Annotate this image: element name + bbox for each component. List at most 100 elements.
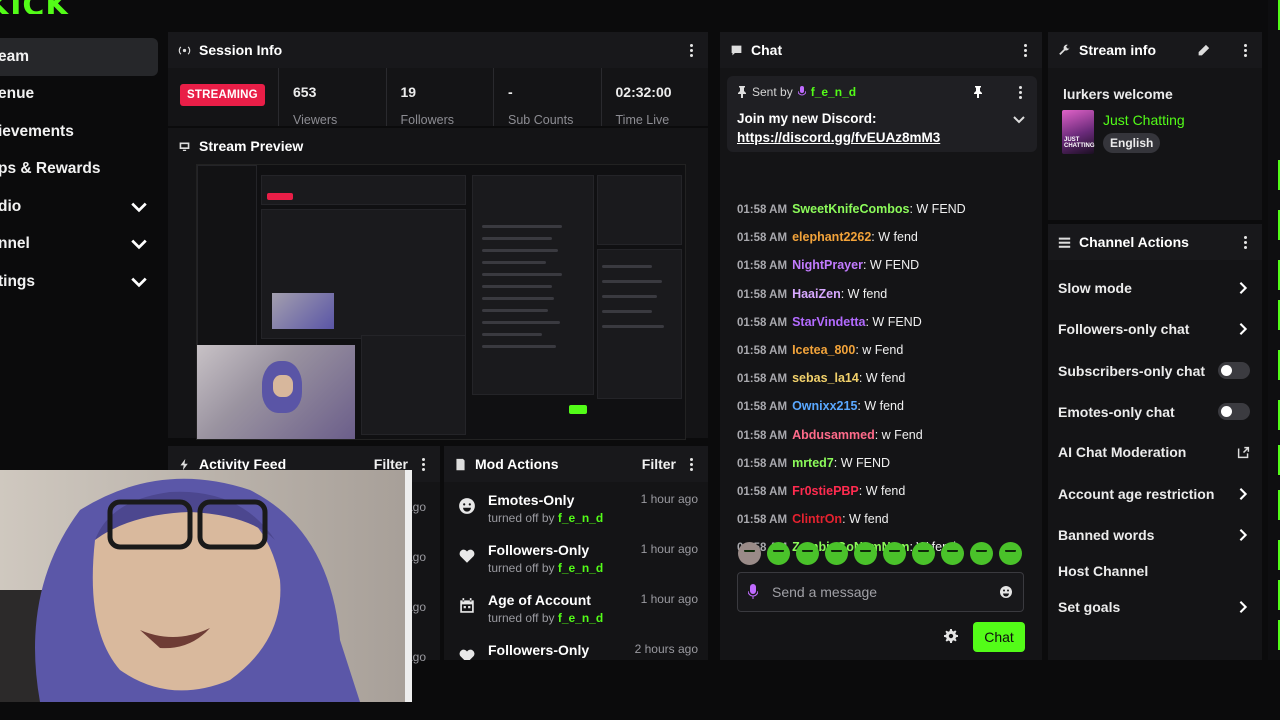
emote-icon[interactable] xyxy=(854,542,877,565)
external-link-icon[interactable] xyxy=(1237,446,1250,459)
chat-username[interactable]: Abdusammed xyxy=(792,428,875,442)
chat-message[interactable]: 01:58 AM Ownixx215: W fend xyxy=(737,399,904,413)
emote-icon[interactable] xyxy=(912,542,935,565)
chat-message[interactable]: 01:58 AM mrted7: W FEND xyxy=(737,456,890,470)
kick-logo[interactable]: KICK xyxy=(0,0,70,14)
sidebar-item[interactable]: dio xyxy=(0,188,158,226)
channel-actions-menu-icon[interactable] xyxy=(1238,234,1252,250)
lightning-icon xyxy=(180,458,188,470)
chevron-right-icon[interactable] xyxy=(1236,600,1250,614)
chat-message[interactable]: 01:58 AM Abdusammed: w Fend xyxy=(737,428,923,442)
chat-message-time: 01:58 AM xyxy=(737,457,788,470)
activity-menu-icon[interactable] xyxy=(416,456,430,472)
pencil-icon[interactable] xyxy=(1197,44,1210,57)
chevron-right-icon[interactable] xyxy=(1236,487,1250,501)
emote-icon[interactable] xyxy=(883,542,906,565)
chat-username[interactable]: StarVindetta xyxy=(792,315,865,329)
emote-icon[interactable] xyxy=(941,542,964,565)
channel-action-row[interactable]: Account age restriction xyxy=(1058,486,1250,502)
sidebar-item[interactable]: tings xyxy=(0,263,158,301)
chat-message[interactable]: 01:58 AM NightPrayer: W FEND xyxy=(737,258,919,272)
sidebar-item[interactable]: nnel xyxy=(0,226,158,264)
chat-input[interactable]: Send a message xyxy=(737,572,1024,612)
toggle-switch[interactable] xyxy=(1218,403,1250,420)
chat-message[interactable]: 01:58 AM StarVindetta: W FEND xyxy=(737,315,922,329)
chat-username[interactable]: NightPrayer xyxy=(792,258,863,272)
channel-action-row[interactable]: Set goals xyxy=(1058,599,1250,615)
chat-username[interactable]: Fr0stiePBP xyxy=(792,484,859,498)
gear-icon[interactable] xyxy=(944,629,958,643)
pinned-link[interactable]: https://discord.gg/fvEUAz8mM3 xyxy=(737,128,1027,147)
chat-username[interactable]: SweetKnifeCombos xyxy=(792,202,909,216)
chat-username[interactable]: HaaiZen xyxy=(792,287,841,301)
chat-username[interactable]: Ownixx215 xyxy=(792,399,857,413)
mod-action-row[interactable]: Followers-Only turned off by f_e_n_d 1 hou… xyxy=(444,532,708,582)
emote-icon[interactable] xyxy=(825,542,848,565)
unpin-icon[interactable] xyxy=(973,86,983,98)
emote-icon[interactable] xyxy=(796,542,819,565)
chat-message[interactable]: 01:58 AM elephant2262: W fend xyxy=(737,230,918,244)
sidebar-item[interactable]: ps & Rewards xyxy=(0,151,158,189)
user-avatar-emote[interactable] xyxy=(738,542,761,565)
stream-preview-video[interactable] xyxy=(196,164,686,440)
chevron-down-icon[interactable] xyxy=(130,273,148,291)
category-name[interactable]: Just Chatting xyxy=(1103,112,1185,128)
chat-username[interactable]: ClintrOn xyxy=(792,512,842,526)
pinned-sender-line: Sent by f_e_n_d xyxy=(737,84,1027,100)
emote-icon[interactable] xyxy=(970,542,993,565)
chat-message[interactable]: 01:58 AM Icetea_800: w Fend xyxy=(737,343,903,357)
mod-action-row[interactable]: Age of Account turned off by f_e_n_d 1 hou… xyxy=(444,582,708,632)
sidebar-item[interactable]: ievements xyxy=(0,113,158,151)
pinned-user[interactable]: f_e_n_d xyxy=(811,85,856,99)
pinned-menu-icon[interactable] xyxy=(1013,84,1027,100)
chat-menu-icon[interactable] xyxy=(1018,42,1032,58)
chevron-right-icon[interactable] xyxy=(1236,528,1250,542)
emote-icon[interactable] xyxy=(767,542,790,565)
mic-icon xyxy=(748,584,758,599)
chevron-down-icon[interactable] xyxy=(130,235,148,253)
pinned-message[interactable]: Sent by f_e_n_d Join my new Discord: htt… xyxy=(727,76,1037,152)
chat-username[interactable]: elephant2262 xyxy=(792,230,871,244)
stream-title: lurkers welcome xyxy=(1063,86,1173,102)
chat-message[interactable]: 01:58 AM SweetKnifeCombos: W FEND xyxy=(737,202,966,216)
chat-username[interactable]: sebas_la14 xyxy=(792,371,859,385)
channel-action-row[interactable]: Slow mode xyxy=(1058,280,1250,296)
category-thumbnail[interactable]: JUST CHATTING xyxy=(1062,110,1095,154)
emote-icon[interactable] xyxy=(999,542,1022,565)
mod-action-user[interactable]: f_e_n_d xyxy=(558,561,603,575)
toggle-switch[interactable] xyxy=(1218,362,1250,379)
channel-action-row[interactable]: Followers-only chat xyxy=(1058,321,1250,337)
chat-username[interactable]: Icetea_800 xyxy=(792,343,855,357)
channel-action-row[interactable]: AI Chat Moderation xyxy=(1058,444,1250,460)
emoji-icon[interactable] xyxy=(999,585,1013,599)
channel-action-row[interactable]: Banned words xyxy=(1058,527,1250,543)
mod-actions-menu-icon[interactable] xyxy=(684,456,698,472)
mod-action-user[interactable]: f_e_n_d xyxy=(558,511,603,525)
chat-send-button[interactable]: Chat xyxy=(973,622,1025,652)
mod-action-row[interactable]: Followers-Only 2 hours ago xyxy=(444,632,708,660)
chevron-right-icon[interactable] xyxy=(1236,281,1250,295)
sidebar-item[interactable]: eam xyxy=(0,38,158,76)
sidebar-item-label: ievements xyxy=(0,122,74,140)
stream-info-menu-icon[interactable] xyxy=(1238,42,1252,58)
chevron-right-icon[interactable] xyxy=(1236,322,1250,336)
right-edge-strip xyxy=(1268,0,1280,660)
channel-action-row[interactable]: Subscribers-only chat xyxy=(1058,362,1250,379)
session-info-menu-icon[interactable] xyxy=(684,42,698,58)
screen-icon xyxy=(179,141,190,151)
chat-message[interactable]: 01:58 AM sebas_la14: W fend xyxy=(737,371,905,385)
mod-action-user[interactable]: f_e_n_d xyxy=(558,611,603,625)
chat-username[interactable]: mrted7 xyxy=(792,456,834,470)
chat-message-text: : W fend xyxy=(871,230,918,245)
chevron-down-icon[interactable] xyxy=(1013,116,1025,124)
chat-message[interactable]: 01:58 AM HaaiZen: W fend xyxy=(737,287,887,301)
mod-filter-button[interactable]: Filter xyxy=(642,456,676,472)
channel-action-row[interactable]: Host Channel xyxy=(1058,563,1250,579)
mod-action-row[interactable]: Emotes-Only turned off by f_e_n_d 1 hour a… xyxy=(444,482,708,532)
sidebar-item[interactable]: enue xyxy=(0,76,158,114)
webcam-overlay xyxy=(0,470,412,702)
channel-action-row[interactable]: Emotes-only chat xyxy=(1058,403,1250,420)
chevron-down-icon[interactable] xyxy=(130,198,148,216)
chat-message[interactable]: 01:58 AM ClintrOn: W fend xyxy=(737,512,889,526)
chat-message[interactable]: 01:58 AM Fr0stiePBP: W fend xyxy=(737,484,905,498)
